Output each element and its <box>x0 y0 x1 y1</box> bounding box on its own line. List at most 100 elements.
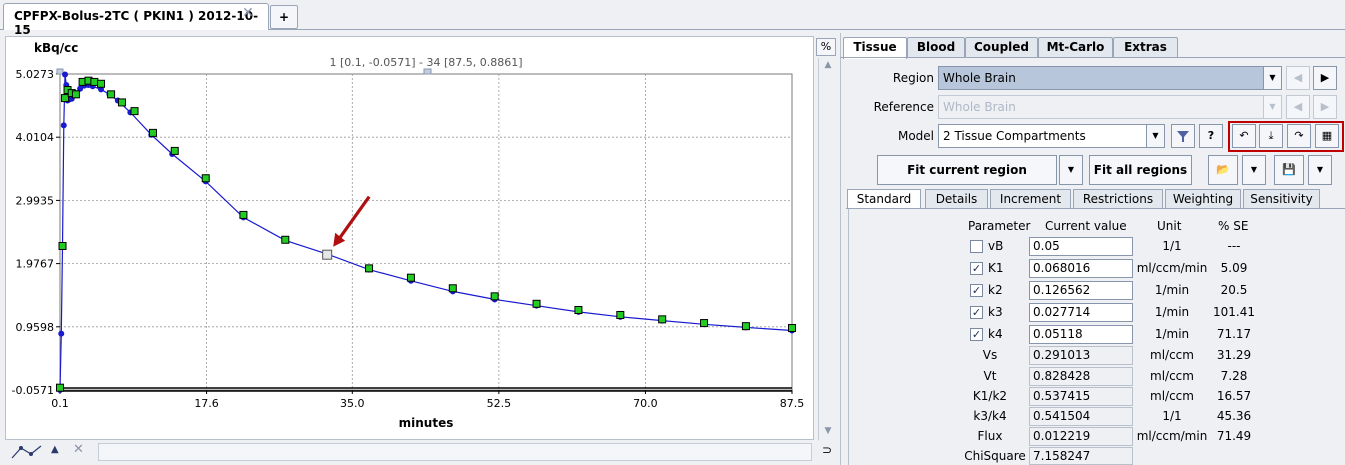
tab-tissue[interactable]: Tissue <box>843 37 907 59</box>
add-tab-button[interactable]: + <box>270 5 298 29</box>
next-reference-button[interactable]: ▶ <box>1313 95 1337 119</box>
measured-point[interactable] <box>281 235 290 244</box>
measured-point[interactable] <box>170 146 179 155</box>
measured-point[interactable] <box>741 322 750 331</box>
tab-blood[interactable]: Blood <box>907 37 965 58</box>
param-value-k4[interactable]: 0.05118 <box>1029 325 1133 344</box>
fit-checkbox-k2[interactable]: ✓ <box>970 284 983 297</box>
move-up-icon[interactable]: ▲ <box>51 444 59 455</box>
horizontal-scrollbar[interactable] <box>98 443 812 461</box>
tab-mt-carlo[interactable]: Mt-Carlo <box>1038 37 1113 58</box>
measured-point[interactable] <box>490 292 499 301</box>
tab-restrictions[interactable]: Restrictions <box>1073 189 1163 209</box>
measured-point[interactable] <box>700 319 709 328</box>
param-value-k2[interactable]: 0.126562 <box>1029 281 1133 300</box>
param-name-k3: k3 <box>988 305 1003 319</box>
chevron-down-icon[interactable]: ▼ <box>1263 67 1281 89</box>
percent-button[interactable]: % <box>816 38 836 56</box>
fit-point[interactable] <box>58 330 65 337</box>
tab-standard[interactable]: Standard <box>847 189 921 209</box>
tab-weighting[interactable]: Weighting <box>1165 189 1241 209</box>
measured-point[interactable] <box>97 79 106 88</box>
previous-reference-button[interactable]: ◀ <box>1286 95 1310 119</box>
y-tick-label: 5.0273 <box>16 68 55 81</box>
calculator-button[interactable]: ▦ <box>1315 124 1339 148</box>
fit-checkbox-k1[interactable]: ✓ <box>970 262 983 275</box>
param-name-vt: Vt <box>983 369 997 383</box>
region-select[interactable]: Whole Brain ▼ <box>938 66 1282 90</box>
undo-button[interactable]: ↶ <box>1232 124 1256 148</box>
fit-point[interactable] <box>62 71 69 78</box>
help-button[interactable]: ? <box>1199 124 1223 148</box>
measured-point[interactable] <box>448 284 457 293</box>
selected-point-marker[interactable] <box>322 249 333 260</box>
param-header-parameter: Parameter <box>968 219 1031 233</box>
y-tick-label: 0.9598 <box>16 321 55 334</box>
measured-point[interactable] <box>616 310 625 319</box>
measured-point[interactable] <box>107 90 116 99</box>
measured-point[interactable] <box>58 241 67 250</box>
measured-point[interactable] <box>365 264 374 273</box>
chart-canvas[interactable]: 0.1 17.6 35.0 52.5 70.0 87.5 5.0273 4.0104 2.993… <box>6 37 815 441</box>
measured-point[interactable] <box>61 94 70 103</box>
chevron-down-icon[interactable]: ▼ <box>1146 125 1164 147</box>
measured-point[interactable] <box>71 90 80 99</box>
model-select[interactable]: 2 Tissue Compartments ▼ <box>938 124 1165 148</box>
scroll-up-icon[interactable]: ▲ <box>819 58 837 72</box>
download-icon: ⤓ <box>1268 129 1274 142</box>
y-axis-label: kBq/cc <box>34 41 78 55</box>
previous-region-button[interactable]: ◀ <box>1286 66 1310 90</box>
param-value-k3[interactable]: 0.027714 <box>1029 303 1133 322</box>
measured-point[interactable] <box>201 174 210 183</box>
corner-toggle-icon[interactable]: ⊃ <box>818 443 836 461</box>
measured-point[interactable] <box>117 98 126 107</box>
redo-button[interactable]: ↷ <box>1287 124 1311 148</box>
tab-increment[interactable]: Increment <box>990 189 1071 209</box>
fit-checkbox-k4[interactable]: ✓ <box>970 328 983 341</box>
range-handle-mid[interactable] <box>423 68 432 75</box>
param-se-flux: 71.49 <box>1216 429 1252 443</box>
vertical-scrollbar[interactable]: ▲ ▼ <box>818 58 836 440</box>
save-button[interactable]: 💾 <box>1274 155 1304 185</box>
measured-point[interactable] <box>130 107 139 116</box>
document-tab[interactable]: CPFPX-Bolus-2TC ( PKIN1 ) 2012-10-15 <box>3 3 269 37</box>
fit-point[interactable] <box>60 122 67 129</box>
tab-extras[interactable]: Extras <box>1113 37 1178 58</box>
measured-point[interactable] <box>239 210 248 219</box>
fit-all-regions-button[interactable]: Fit all regions <box>1089 155 1192 185</box>
param-unit-vs: ml/ccm <box>1150 348 1194 362</box>
filter-button[interactable] <box>1171 124 1195 148</box>
reference-select[interactable]: Whole Brain ▼ <box>938 95 1282 119</box>
tab-details[interactable]: Details <box>925 189 988 209</box>
open-options-dropdown[interactable]: ▼ <box>1242 155 1266 185</box>
measured-point[interactable] <box>574 306 583 315</box>
param-value-chisquare: 7.158247 <box>1029 447 1133 465</box>
param-value-vb[interactable]: 0.05 <box>1029 237 1133 256</box>
download-button[interactable]: ⤓ <box>1259 124 1283 148</box>
tab-sensitivity[interactable]: Sensitivity <box>1243 189 1320 209</box>
fit-current-region-button[interactable]: Fit current region <box>877 155 1057 185</box>
measured-point[interactable] <box>148 128 157 137</box>
measured-point[interactable] <box>788 324 796 333</box>
measured-point[interactable] <box>56 383 64 392</box>
param-value-k1[interactable]: 0.068016 <box>1029 259 1133 278</box>
measured-point[interactable] <box>406 273 415 282</box>
curve-chart[interactable]: 0.1 17.6 35.0 52.5 70.0 87.5 5.0273 4.0104 2.993… <box>5 36 814 440</box>
open-button[interactable]: 📂 <box>1208 155 1238 185</box>
param-unit-k4: 1/min <box>1154 327 1190 341</box>
chevron-down-icon[interactable]: ▼ <box>1263 96 1281 118</box>
next-region-button[interactable]: ▶ <box>1313 66 1337 90</box>
curve-style-icon[interactable] <box>9 442 49 464</box>
tab-coupled[interactable]: Coupled <box>965 37 1038 58</box>
close-tab-icon[interactable]: ✕ <box>240 5 256 21</box>
measured-point[interactable] <box>532 299 541 308</box>
fit-checkbox-vb[interactable] <box>970 240 983 253</box>
measured-point[interactable] <box>90 77 99 86</box>
fit-options-dropdown[interactable]: ▼ <box>1059 155 1083 185</box>
scroll-down-icon[interactable]: ▼ <box>819 424 837 438</box>
fit-checkbox-k3[interactable]: ✓ <box>970 306 983 319</box>
measured-point[interactable] <box>658 315 667 324</box>
range-handle-left[interactable] <box>56 68 64 75</box>
remove-icon[interactable]: ✕ <box>73 442 84 457</box>
save-options-dropdown[interactable]: ▼ <box>1308 155 1332 185</box>
